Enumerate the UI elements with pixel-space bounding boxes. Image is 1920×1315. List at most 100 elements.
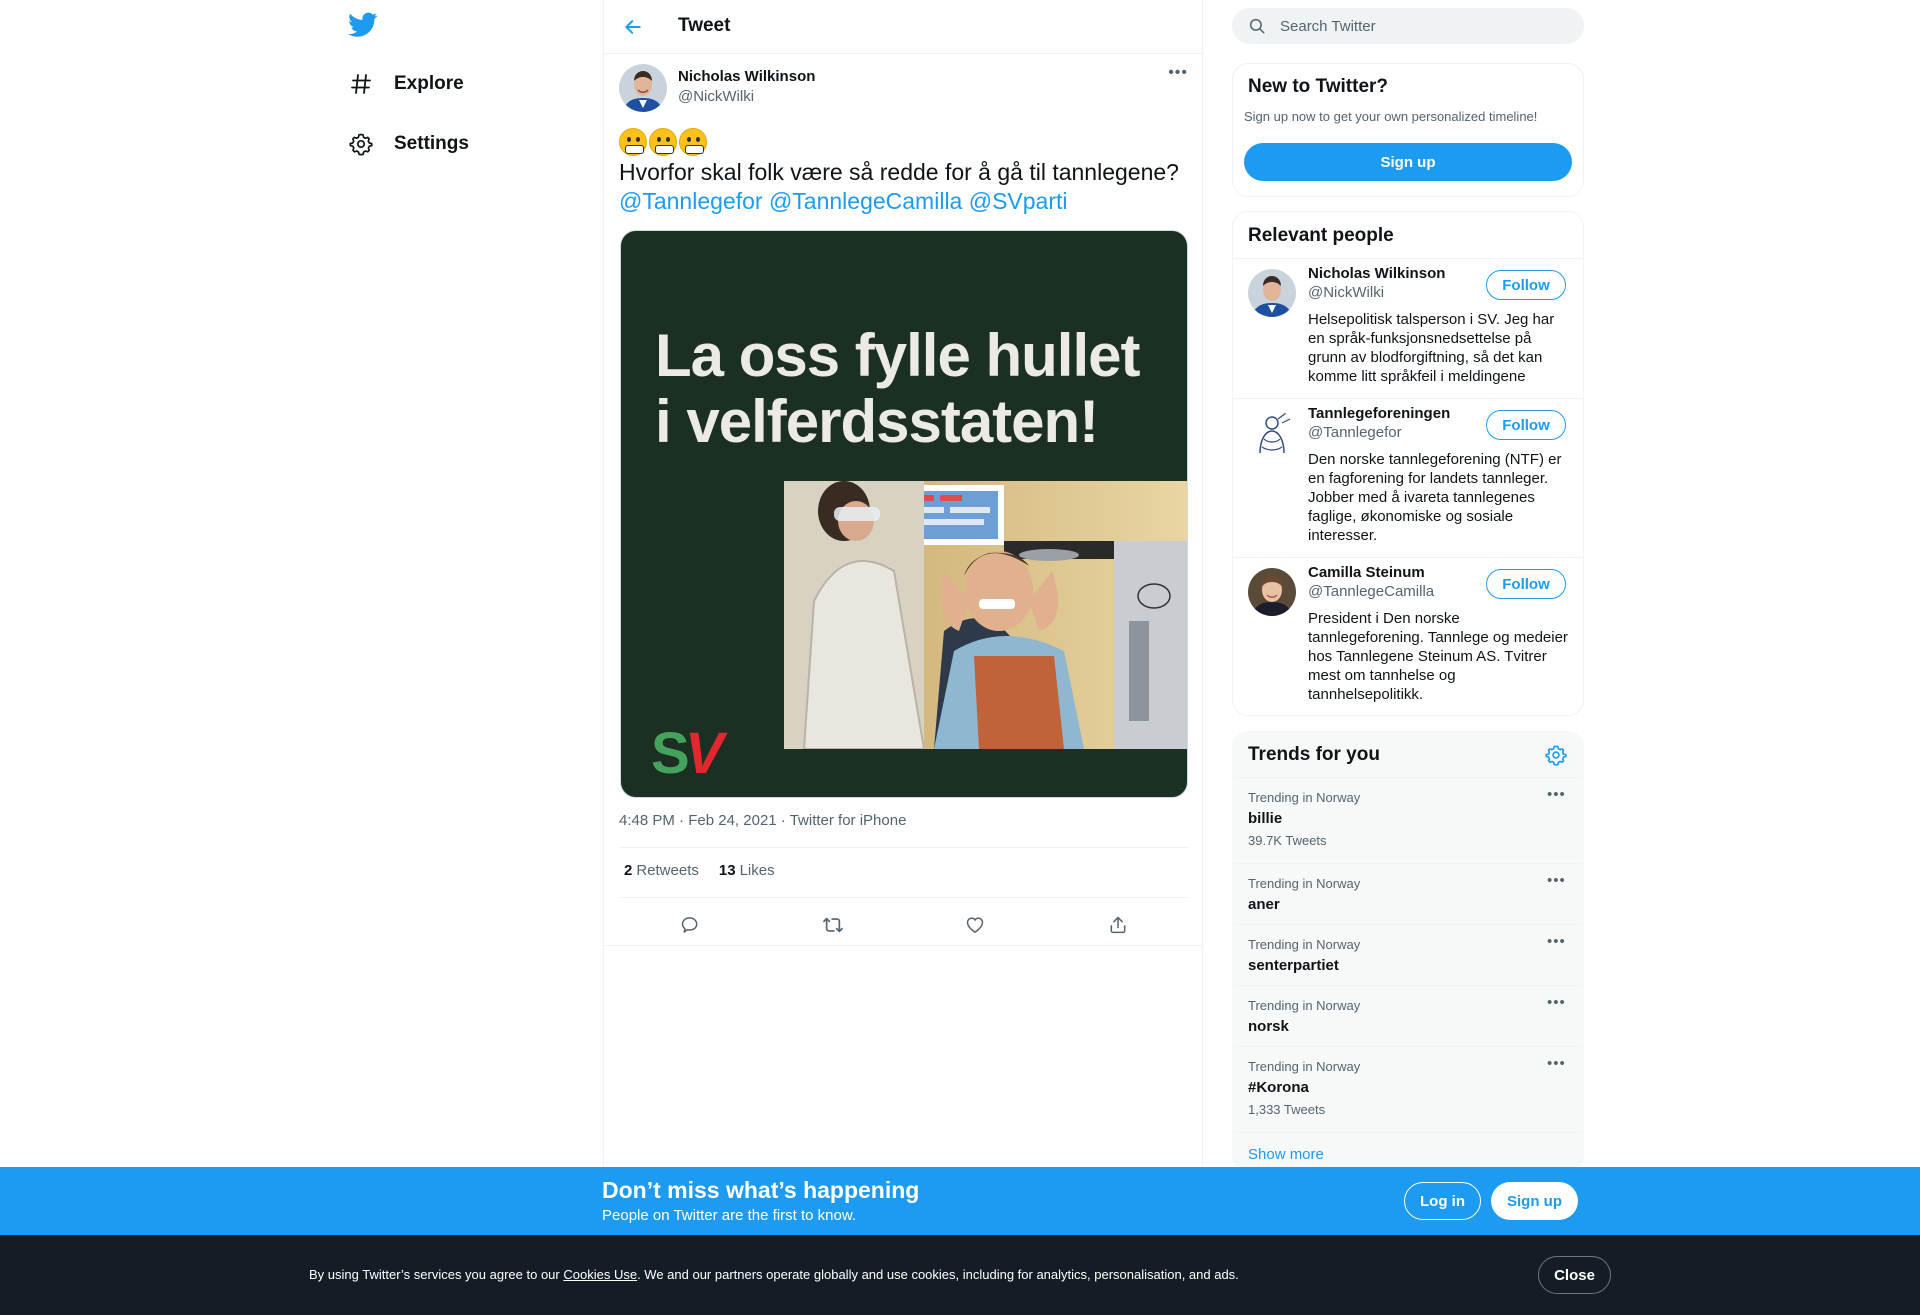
author-handle[interactable]: @NickWilki: [678, 88, 815, 105]
person-item[interactable]: Camilla Steinum @TannlegeCamilla Follow …: [1233, 558, 1583, 715]
person-name[interactable]: Nicholas Wilkinson: [1308, 265, 1445, 282]
trend-context: Trending in Norway: [1248, 1059, 1361, 1074]
trend-name: billie: [1248, 810, 1283, 827]
search-input[interactable]: [1280, 17, 1560, 35]
tweet-date[interactable]: Feb 24, 2021: [688, 812, 776, 829]
sv-party-logo: S V: [651, 721, 728, 781]
show-more-link[interactable]: Show more: [1248, 1146, 1324, 1163]
share-icon: [1110, 916, 1126, 934]
nav-item-explore[interactable]: Explore: [348, 64, 464, 104]
nav-label-explore: Explore: [394, 73, 464, 94]
more-options-icon[interactable]: •••: [1547, 994, 1566, 1011]
arrow-left-icon: [625, 20, 641, 34]
trend-name: senterpartiet: [1248, 957, 1339, 974]
search-bar[interactable]: [1232, 8, 1584, 44]
trend-count: 39.7K Tweets: [1248, 833, 1327, 848]
avatar[interactable]: [1248, 568, 1296, 616]
main-column: Tweet Nicholas Wilkinson @NickWilki ••• …: [603, 0, 1203, 1315]
tweet-time[interactable]: 4:48 PM: [619, 812, 675, 829]
divider: [1233, 1132, 1583, 1133]
meta-separator: ·: [780, 812, 790, 829]
tweet-media-image[interactable]: La oss fylle hullet i velferdsstaten! S …: [620, 230, 1188, 798]
follow-button[interactable]: Follow: [1486, 410, 1566, 440]
person-bio: Helsepolitisk talsperson i SV. Jeg har e…: [1308, 311, 1555, 385]
like-button[interactable]: [958, 908, 992, 942]
card-title: Relevant people: [1248, 225, 1394, 246]
trend-context: Trending in Norway: [1248, 937, 1361, 952]
more-options-icon[interactable]: •••: [1547, 872, 1566, 889]
tweet-text: Hvorfor skal folk være så redde for å gå…: [619, 159, 1179, 185]
person-handle[interactable]: @TannlegeCamilla: [1308, 583, 1434, 600]
close-button[interactable]: Close: [1538, 1256, 1611, 1294]
like-label: Likes: [739, 862, 775, 879]
avatar[interactable]: [1248, 269, 1296, 317]
back-button[interactable]: [618, 12, 648, 42]
more-options-icon[interactable]: •••: [1547, 933, 1566, 950]
relevant-people-card: Relevant people Nicholas Wilkinson @Nick…: [1232, 211, 1584, 716]
tweet-source[interactable]: Twitter for iPhone: [790, 812, 907, 829]
person-name[interactable]: Tannlegeforeningen: [1308, 405, 1450, 422]
person-bio: Den norske tannlegeforening (NTF) er en …: [1308, 451, 1562, 544]
mention-link[interactable]: @SVparti: [969, 188, 1068, 214]
more-options-icon[interactable]: •••: [1168, 64, 1188, 82]
card-title: New to Twitter?: [1248, 76, 1389, 97]
media-headline-line: La oss fylle hullet: [655, 322, 1140, 389]
sign-up-button[interactable]: Sign up: [1244, 143, 1572, 181]
meta-separator: ·: [679, 812, 689, 829]
signup-promo-bar: Don’t miss what’s happening People on Tw…: [0, 1167, 1920, 1235]
log-in-button[interactable]: Log in: [1404, 1182, 1481, 1220]
gear-icon[interactable]: [1545, 744, 1567, 766]
retweet-button[interactable]: [816, 908, 850, 942]
cookies-use-link[interactable]: Cookies Use: [563, 1267, 637, 1282]
mention-link[interactable]: @TannlegeCamilla: [769, 188, 962, 214]
grimacing-face-icon: [649, 128, 677, 156]
trend-item[interactable]: Trending in Norway aner •••: [1233, 864, 1583, 924]
trend-item[interactable]: Trending in Norway norsk •••: [1233, 986, 1583, 1046]
trend-name: aner: [1248, 896, 1280, 913]
retweets-stat[interactable]: 2 Retweets: [624, 862, 699, 879]
person-handle[interactable]: @Tannlegefor: [1308, 424, 1402, 441]
cookie-banner: By using Twitter’s services you agree to…: [0, 1235, 1920, 1315]
trend-item[interactable]: Trending in Norway senterpartiet •••: [1233, 925, 1583, 985]
twitter-bird-icon[interactable]: [348, 12, 380, 40]
mention-link[interactable]: @Tannlegefor: [619, 188, 763, 214]
trends-card: Trends for you Trending in Norway billie…: [1232, 731, 1584, 1171]
retweet-count: 2: [624, 862, 633, 879]
trend-name: norsk: [1248, 1018, 1289, 1035]
person-item[interactable]: Tannlegeforeningen @Tannlegefor Follow D…: [1233, 399, 1583, 557]
nav-item-settings[interactable]: Settings: [348, 124, 469, 164]
follow-button[interactable]: Follow: [1486, 569, 1566, 599]
trend-name: #Korona: [1248, 1079, 1309, 1096]
trend-item[interactable]: Trending in Norway #Korona 1,333 Tweets …: [1233, 1047, 1583, 1132]
share-button[interactable]: [1101, 908, 1135, 942]
sign-up-button[interactable]: Sign up: [1491, 1182, 1578, 1220]
divider: [619, 897, 1189, 898]
more-options-icon[interactable]: •••: [1547, 786, 1566, 803]
more-options-icon[interactable]: •••: [1547, 1055, 1566, 1072]
promo-title: Don’t miss what’s happening: [602, 1177, 920, 1203]
person-item[interactable]: Nicholas Wilkinson @NickWilki Follow Hel…: [1233, 259, 1583, 398]
card-subtitle: Sign up now to get your own personalized…: [1244, 109, 1538, 124]
retweet-icon: [822, 917, 843, 933]
heart-icon: [967, 917, 984, 933]
dental-photo: [784, 481, 1187, 749]
tweet-mentions: @Tannlegefor @TannlegeCamilla @SVparti: [619, 188, 1068, 215]
avatar[interactable]: [1248, 409, 1296, 457]
tweet-actions: [619, 908, 1189, 942]
media-headline: La oss fylle hullet i velferdsstaten!: [655, 322, 1140, 455]
trend-context: Trending in Norway: [1248, 876, 1361, 891]
trend-item[interactable]: Trending in Norway billie 39.7K Tweets •…: [1233, 778, 1583, 863]
cookie-suffix: . We and our partners operate globally a…: [637, 1267, 1239, 1282]
person-name[interactable]: Camilla Steinum: [1308, 564, 1425, 581]
reply-button[interactable]: [673, 908, 707, 942]
new-to-twitter-card: New to Twitter? Sign up now to get your …: [1232, 63, 1584, 197]
person-handle[interactable]: @NickWilki: [1308, 284, 1384, 301]
grimacing-face-icon: [679, 128, 707, 156]
author-info[interactable]: Nicholas Wilkinson @NickWilki: [678, 68, 815, 105]
gear-icon: [348, 131, 374, 157]
likes-stat[interactable]: 13 Likes: [719, 862, 775, 879]
author-name[interactable]: Nicholas Wilkinson: [678, 68, 815, 85]
follow-button[interactable]: Follow: [1486, 270, 1566, 300]
promo-subtitle: People on Twitter are the first to know.: [602, 1207, 857, 1224]
author-avatar[interactable]: [619, 64, 667, 112]
